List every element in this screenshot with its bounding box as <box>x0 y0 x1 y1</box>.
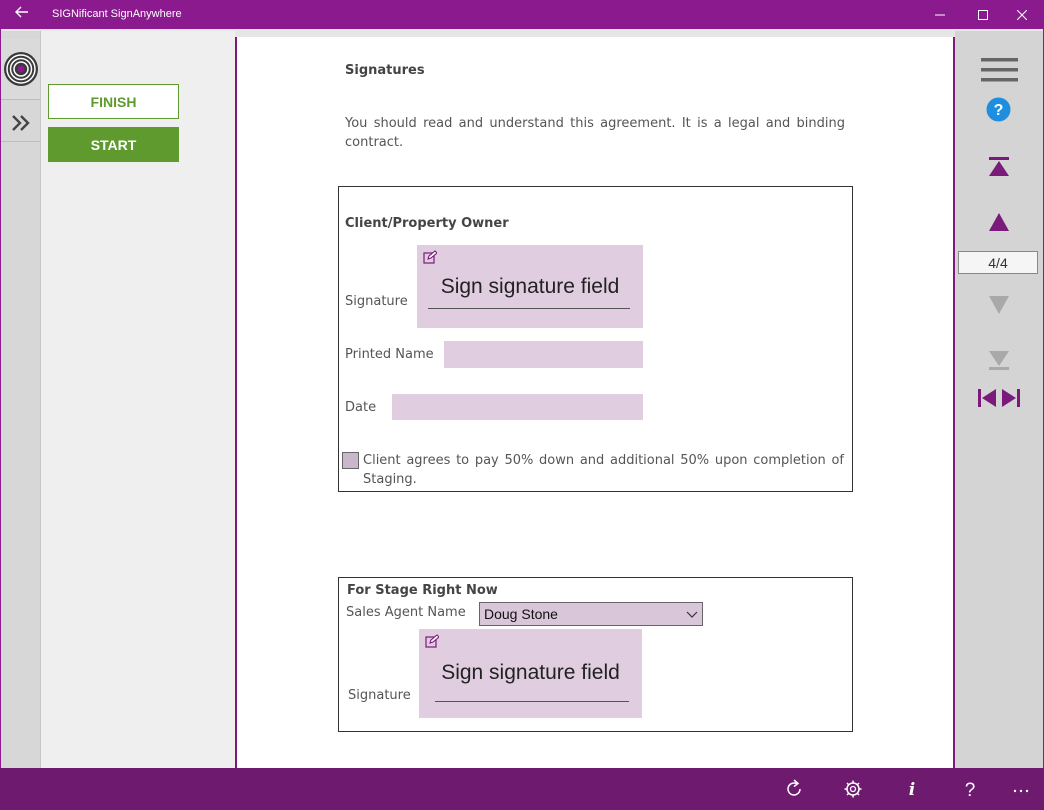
intro-paragraph: You should read and understand this agre… <box>345 116 845 150</box>
previous-page-icon[interactable] <box>989 213 1009 231</box>
agent-signature-placeholder: Sign signature field <box>441 661 620 684</box>
next-field-icon[interactable] <box>1001 389 1020 407</box>
document-page: Signatures You should read and understan… <box>237 37 953 768</box>
previous-field-icon[interactable] <box>978 389 997 407</box>
svg-text:?: ? <box>965 780 976 799</box>
start-button[interactable]: START <box>48 127 179 162</box>
window-title: SIGNificant SignAnywhere <box>52 8 182 20</box>
agreement-text: Client agrees to pay 50% down and additi… <box>363 453 844 487</box>
printed-name-label: Printed Name <box>345 347 434 362</box>
question-icon: ? <box>965 780 976 799</box>
client-signature-placeholder: Sign signature field <box>440 275 620 298</box>
help-circle-icon[interactable]: ? <box>986 97 1011 122</box>
double-chevron-right-icon <box>11 115 30 131</box>
client-section-heading: Client/Property Owner <box>345 216 509 231</box>
chevron-down-icon <box>686 611 698 618</box>
info-icon: i <box>909 780 915 799</box>
client-signature-field[interactable]: Sign signature field <box>417 245 643 328</box>
expand-panel-button[interactable] <box>1 105 40 142</box>
date-field[interactable] <box>392 394 643 420</box>
agent-signature-field[interactable]: Sign signature field <box>419 629 642 718</box>
section-heading: Signatures <box>345 63 425 78</box>
info-button[interactable]: i <box>899 776 925 802</box>
svg-text:i: i <box>909 780 915 799</box>
client-section-box: Client/Property Owner Signature Sign sig… <box>338 186 853 492</box>
help-button[interactable]: ? <box>957 776 983 802</box>
signature-line <box>435 701 629 702</box>
minimize-icon <box>935 14 945 15</box>
close-icon <box>1017 9 1027 20</box>
sales-agent-label: Sales Agent Name <box>346 605 466 620</box>
svg-text:?: ? <box>994 102 1004 119</box>
title-bar: SIGNificant SignAnywhere <box>0 0 1044 29</box>
bottom-app-bar: i ? <box>0 768 1044 810</box>
last-page-icon[interactable] <box>989 351 1009 370</box>
date-label: Date <box>345 400 377 415</box>
app-logo <box>1 39 40 100</box>
maximize-icon <box>978 9 988 20</box>
more-button[interactable] <box>1008 776 1034 802</box>
settings-gear-icon <box>844 780 862 798</box>
page-indicator: 4/4 <box>958 251 1038 274</box>
finish-button[interactable]: FINISH <box>48 84 179 119</box>
minimize-button[interactable] <box>917 0 963 29</box>
edit-icon <box>425 634 439 648</box>
client-signature-label: Signature <box>345 294 408 309</box>
refresh-button[interactable] <box>781 776 807 802</box>
left-toolbar <box>1 31 41 768</box>
agent-signature-label: Signature <box>348 688 411 703</box>
hamburger-menu-icon[interactable] <box>981 57 1019 83</box>
edit-icon <box>423 250 437 264</box>
sales-agent-value: Doug Stone <box>484 606 558 622</box>
settings-button[interactable] <box>840 776 866 802</box>
first-page-icon[interactable] <box>989 157 1009 177</box>
signature-line <box>428 308 630 309</box>
more-icon <box>1013 789 1029 793</box>
navigation-strip <box>955 31 1043 768</box>
agent-section-box: For Stage Right Now Sales Agent Name Dou… <box>338 577 853 732</box>
close-button[interactable] <box>999 0 1044 29</box>
back-arrow-icon[interactable] <box>12 4 32 24</box>
refresh-icon <box>787 779 801 796</box>
printed-name-field[interactable] <box>444 341 643 368</box>
agent-section-heading: For Stage Right Now <box>347 583 498 598</box>
next-page-icon[interactable] <box>989 296 1009 314</box>
sales-agent-select[interactable]: Doug Stone <box>479 602 703 626</box>
agreement-checkbox[interactable] <box>342 452 359 469</box>
target-logo-icon <box>3 52 38 86</box>
